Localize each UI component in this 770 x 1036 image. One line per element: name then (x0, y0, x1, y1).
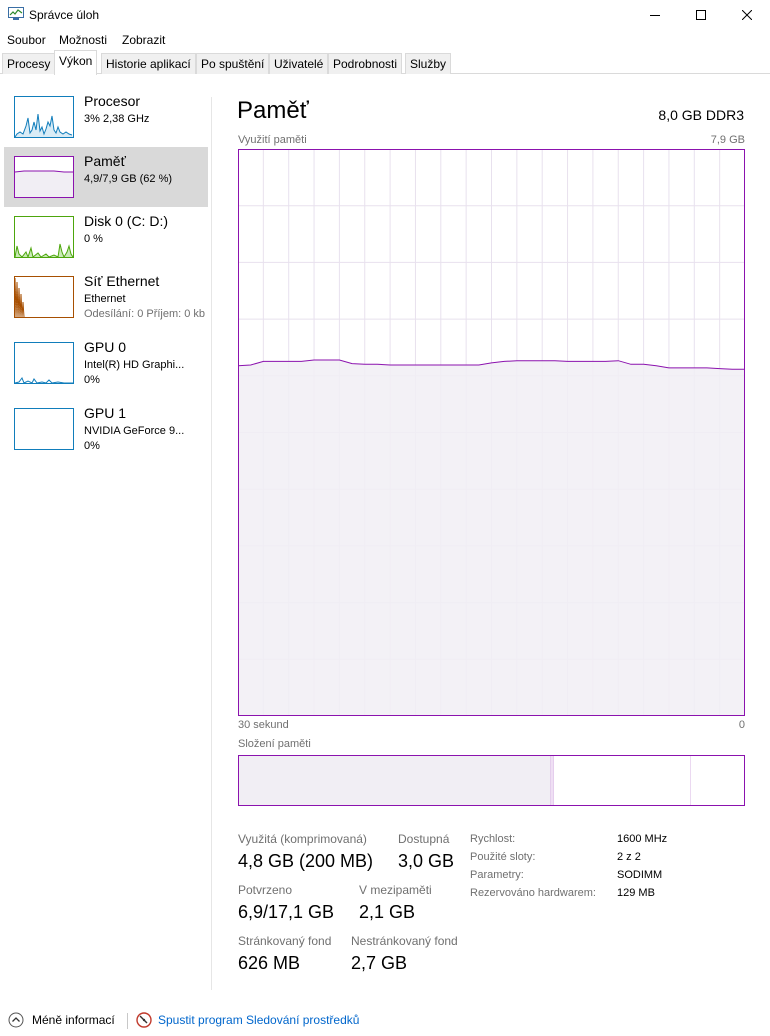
in-use-label: Využitá (komprimovaná) (238, 832, 367, 846)
sidebar-item-gpu1[interactable]: GPU 1 NVIDIA GeForce 9... 0% (4, 399, 208, 459)
committed-label: Potvrzeno (238, 883, 293, 897)
memory-usage-area (238, 360, 745, 716)
sidebar-divider (211, 97, 212, 990)
tab-performance[interactable]: Výkon (54, 50, 98, 75)
nonpaged-pool-value: 2,7 GB (351, 953, 408, 973)
slots-value: 2 z 2 (617, 851, 641, 863)
sidebar-sub-gpu1: NVIDIA GeForce 9... (84, 425, 185, 437)
resource-monitor-icon (136, 1012, 152, 1028)
fewer-details-button[interactable]: Méně informací (8, 1012, 115, 1028)
footer-separator (127, 1013, 128, 1029)
disk-thumbnail (14, 216, 74, 258)
graph-label: Využití paměti (238, 134, 307, 146)
sidebar-title-disk: Disk 0 (C: D:) (84, 213, 168, 229)
sidebar: Procesor 3% 2,38 GHz Paměť 4,9/7,9 GB (6… (0, 75, 212, 991)
resource-monitor-link[interactable]: Spustit program Sledování prostředků (136, 1012, 359, 1028)
gpu0-thumbnail (14, 342, 74, 384)
graph-time-start: 30 sekund (238, 719, 289, 731)
form-factor-label: Parametry: (470, 869, 524, 881)
committed-value: 6,9/17,1 GB (238, 902, 335, 922)
sidebar-sub-gpu0: Intel(R) HD Graphi... (84, 359, 185, 371)
memory-spec: 8,0 GB DDR3 (658, 107, 744, 123)
composition-segment[interactable] (690, 755, 745, 806)
sidebar-item-gpu0[interactable]: GPU 0 Intel(R) HD Graphi... 0% (4, 333, 208, 393)
sidebar-sub2-ethernet: Odesílání: 0 Příjem: 0 kb (84, 308, 206, 320)
page-title: Paměť (237, 97, 309, 124)
close-icon (742, 10, 752, 20)
composition-segment[interactable] (553, 755, 691, 806)
tab-startup[interactable]: Po spuštění (196, 53, 270, 74)
menu-view[interactable]: Zobrazit (122, 33, 165, 47)
sidebar-sub-cpu: 3% 2,38 GHz (84, 113, 150, 125)
available-value: 3,0 GB (398, 851, 455, 871)
menu-options[interactable]: Možnosti (59, 33, 107, 47)
close-button[interactable] (724, 0, 770, 30)
available-label: Dostupná (398, 832, 450, 846)
reserved-value: 129 MB (617, 887, 655, 899)
tab-users[interactable]: Uživatelé (269, 53, 329, 74)
sidebar-title-cpu: Procesor (84, 93, 141, 109)
sidebar-sub-ethernet: Ethernet (84, 293, 126, 305)
sidebar-sub2-gpu1: 0% (84, 440, 100, 452)
speed-label: Rychlost: (470, 833, 516, 845)
graph-max-label: 7,9 GB (710, 134, 745, 146)
maximize-icon (696, 10, 706, 20)
sidebar-title-gpu0: GPU 0 (84, 339, 127, 355)
memory-thumbnail (14, 156, 74, 198)
slots-label: Použité sloty: (470, 851, 536, 863)
paged-pool-value: 626 MB (238, 953, 301, 973)
memory-composition-bar (238, 755, 745, 806)
chevron-up-icon (8, 1012, 24, 1028)
tab-bar: Procesy Výkon Historie aplikací Po spušt… (0, 50, 770, 75)
tab-app-history[interactable]: Historie aplikací (101, 53, 196, 74)
sidebar-title-gpu1: GPU 1 (84, 405, 127, 421)
speed-value: 1600 MHz (617, 833, 668, 845)
resource-monitor-label: Spustit program Sledování prostředků (158, 1013, 360, 1027)
in-use-value: 4,8 GB (200 MB) (238, 851, 374, 871)
tab-services[interactable]: Služby (405, 53, 452, 74)
cpu-thumbnail (14, 96, 74, 138)
sidebar-item-ethernet[interactable]: Síť Ethernet Ethernet Odesílání: 0 Příje… (4, 267, 208, 327)
tab-processes[interactable]: Procesy (2, 53, 56, 74)
reserved-label: Rezervováno hardwarem: (470, 887, 596, 899)
cached-label: V mezipaměti (359, 883, 432, 897)
memory-usage-graph (238, 149, 745, 716)
fewer-details-label: Méně informací (32, 1013, 115, 1027)
paged-pool-label: Stránkovaný fond (238, 934, 332, 948)
nonpaged-pool-label: Nestránkovaný fond (351, 934, 458, 948)
menu-file[interactable]: Soubor (7, 33, 46, 47)
menu-bar: Soubor Možnosti Zobrazit (0, 30, 770, 50)
sidebar-item-cpu[interactable]: Procesor 3% 2,38 GHz (4, 87, 208, 147)
minimize-icon (650, 15, 660, 16)
gpu1-thumbnail (14, 408, 74, 450)
memory-panel: Paměť 8,0 GB DDR3 Využití paměti 7,9 GB … (213, 75, 770, 991)
footer: Méně informací Spustit program Sledování… (0, 1005, 770, 1036)
sidebar-sub-disk: 0 % (84, 233, 103, 245)
sidebar-sub2-gpu0: 0% (84, 374, 100, 386)
composition-label: Složení paměti (238, 738, 311, 750)
sidebar-item-memory[interactable]: Paměť 4,9/7,9 GB (62 %) (4, 147, 208, 207)
form-factor-value: SODIMM (617, 869, 663, 881)
sidebar-title-ethernet: Síť Ethernet (84, 273, 160, 289)
composition-segment[interactable] (238, 755, 551, 806)
tab-details[interactable]: Podrobnosti (328, 53, 403, 74)
ethernet-thumbnail (14, 276, 74, 318)
sidebar-title-memory: Paměť (84, 153, 126, 169)
task-manager-icon (8, 7, 24, 20)
minimize-button[interactable] (632, 0, 678, 30)
window-title: Správce úloh (29, 8, 100, 22)
sidebar-item-disk[interactable]: Disk 0 (C: D:) 0 % (4, 207, 208, 267)
cached-value: 2,1 GB (359, 902, 416, 922)
graph-time-end: 0 (738, 719, 745, 731)
title-bar: Správce úloh (0, 0, 770, 30)
sidebar-sub-memory: 4,9/7,9 GB (62 %) (84, 173, 173, 185)
maximize-button[interactable] (678, 0, 724, 30)
